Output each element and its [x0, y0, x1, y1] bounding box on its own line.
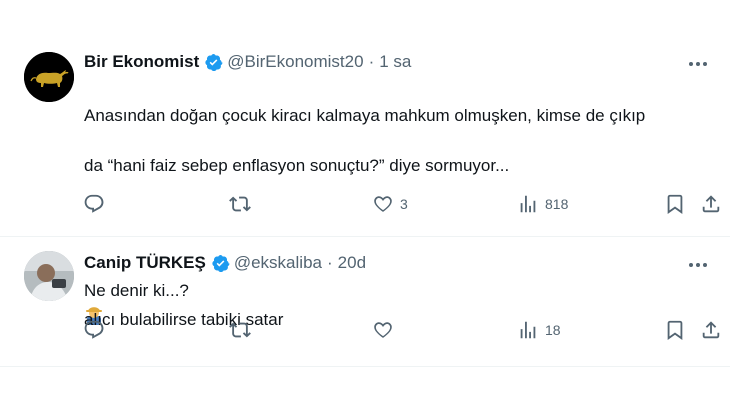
reply-icon	[84, 194, 104, 213]
handle[interactable]: @BirEkonomist20	[227, 52, 363, 72]
handle[interactable]: @ekskaliba	[234, 253, 322, 273]
avatar[interactable]	[24, 251, 74, 301]
share-button[interactable]	[700, 319, 722, 341]
avatar[interactable]	[24, 52, 74, 102]
bookmark-button[interactable]	[664, 319, 686, 341]
retweet-button[interactable]	[229, 193, 257, 215]
tweet-header: Bir Ekonomist @BirEkonomist20 · 1 sa	[84, 52, 411, 72]
reply-button[interactable]	[83, 193, 111, 215]
bookmark-icon	[667, 320, 683, 340]
tweet-header: Canip TÜRKEŞ @ekskaliba · 20d	[84, 253, 366, 273]
retweet-icon	[229, 322, 251, 338]
separator-dot: ·	[326, 253, 333, 272]
views-count: 18	[545, 322, 561, 338]
like-icon	[374, 322, 392, 338]
like-button[interactable]	[372, 319, 400, 341]
top-spacer	[0, 0, 730, 40]
timestamp[interactable]: 20d	[338, 253, 366, 273]
like-count: 3	[400, 196, 408, 212]
timestamp[interactable]: 1 sa	[379, 52, 411, 72]
tweet-actions: 3 818	[0, 193, 730, 223]
tweet-text-line: da “hani faiz sebep enflasyon sonuçtu?” …	[84, 156, 510, 175]
tweet-actions: 18	[0, 319, 730, 349]
display-name[interactable]: Bir Ekonomist	[84, 52, 199, 72]
tweet-divider	[0, 366, 730, 367]
verified-badge-icon[interactable]	[204, 53, 223, 72]
share-icon	[702, 321, 720, 339]
bull-logo-icon	[24, 52, 74, 102]
share-icon	[702, 195, 720, 213]
profile-photo-icon	[24, 251, 74, 301]
like-icon	[374, 196, 392, 212]
retweet-icon	[229, 196, 251, 212]
like-button[interactable]: 3	[372, 193, 408, 215]
reply-button[interactable]	[83, 319, 111, 341]
retweet-button[interactable]	[229, 319, 257, 341]
verified-badge-icon[interactable]	[211, 254, 230, 273]
share-button[interactable]	[700, 193, 722, 215]
display-name[interactable]: Canip TÜRKEŞ	[84, 253, 206, 273]
tweet-text-line: Anasından doğan çocuk kiracı kalmaya mah…	[84, 106, 646, 125]
views-button[interactable]: 818	[517, 193, 568, 215]
more-icon[interactable]	[686, 54, 710, 74]
bookmark-button[interactable]	[664, 193, 686, 215]
views-icon	[520, 195, 536, 213]
tweet-bir-ekonomist[interactable]: Bir Ekonomist @BirEkonomist20 · 1 sa Ana…	[0, 40, 730, 325]
views-count: 818	[545, 196, 569, 212]
more-icon[interactable]	[686, 255, 710, 275]
views-button[interactable]: 18	[517, 319, 561, 341]
tweet-canip-turkes[interactable]: Canip TÜRKEŞ @ekskaliba · 20d alıcı bula…	[0, 237, 730, 367]
bookmark-icon	[667, 194, 683, 214]
separator-dot: ·	[368, 52, 375, 71]
reply-icon	[84, 320, 104, 339]
views-icon	[520, 321, 536, 339]
